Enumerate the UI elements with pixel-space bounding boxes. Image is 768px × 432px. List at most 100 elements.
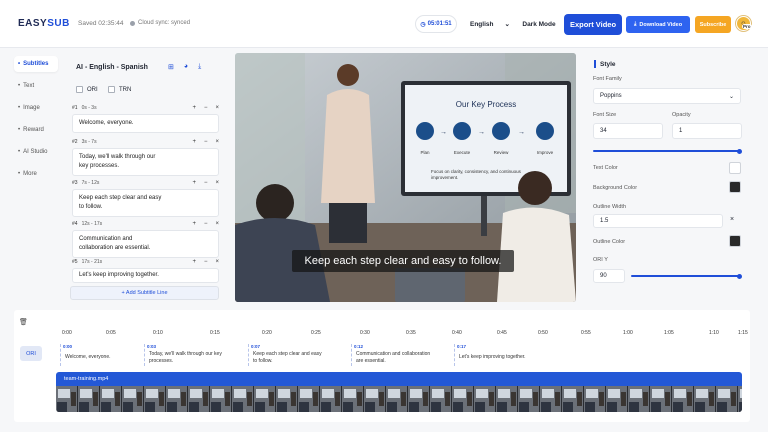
add-icon[interactable]: + (192, 139, 196, 145)
trn-checkbox[interactable]: TRN (108, 86, 131, 93)
left-nav: • Subtitles • Text • Image • Reward • AI Stud… (14, 56, 58, 188)
language-select[interactable]: English ⌄ (466, 15, 514, 33)
style-panel-title: Style (594, 60, 616, 68)
opacity-input[interactable]: 1 (672, 123, 742, 139)
usage-timer[interactable]: ◷ 05:01:51 (415, 15, 457, 33)
timeline-subtitle-block[interactable]: 0:17 Let's keep improving together. (454, 344, 564, 366)
nav-item-image[interactable]: • Image (14, 100, 58, 116)
ori-y-slider[interactable] (631, 275, 741, 277)
opacity-slider[interactable] (593, 150, 741, 152)
font-family-select[interactable]: Poppins ⌄ (593, 88, 741, 104)
subtitle-text-field[interactable]: Today, we'll walk through our key proces… (72, 148, 219, 176)
checkbox-icon (76, 86, 83, 93)
close-icon[interactable]: × (215, 259, 219, 265)
timeline: 🗑 0:00 0:05 0:10 0:15 0:20 0:25 0:30 0:3… (14, 310, 750, 422)
export-video-button[interactable]: Export Video (564, 14, 622, 35)
add-icon[interactable]: + (192, 180, 196, 186)
video-track[interactable]: team-training.mp4 (56, 372, 742, 412)
close-icon[interactable]: × (215, 180, 219, 186)
screen-step: Plan (420, 150, 430, 155)
ori-y-input[interactable]: 90 (593, 269, 625, 283)
screen-title: Our Key Process (456, 100, 516, 109)
timeline-subtitle-block[interactable]: 0:07 Keep each step clear and easy to fol… (248, 344, 348, 366)
nav-item-text[interactable]: • Text (14, 78, 58, 94)
bullet-icon: • (18, 105, 21, 111)
add-icon[interactable]: + (192, 221, 196, 227)
palette-icon[interactable]: ◕ (184, 63, 188, 71)
add-subtitle-line-button[interactable]: + Add Subtitle Line (70, 286, 219, 300)
time-tick: 1:05 (664, 330, 674, 336)
time-tick: 0:45 (497, 330, 507, 336)
minus-icon[interactable]: − (204, 221, 208, 227)
bullet-icon: • (18, 83, 21, 89)
subtitle-entry: #1 0s - 3s + − × Welcome, everyone. (72, 105, 219, 133)
subtitle-text-field[interactable]: Welcome, everyone. (72, 114, 219, 133)
svg-text:→: → (518, 129, 525, 136)
add-icon[interactable]: + (192, 105, 196, 111)
close-icon[interactable]: × (730, 216, 734, 223)
subtitle-panel-title: AI - English - Spanish (76, 64, 148, 71)
add-icon[interactable]: + (192, 259, 196, 265)
video-preview[interactable]: Our Key Process → → → Plan Execute Revie… (235, 53, 576, 302)
subtitle-text-field[interactable]: Keep each step clear and easy to follow. (72, 189, 219, 217)
pro-badge: Pro (742, 24, 752, 29)
ori-track-label[interactable]: ORI (20, 346, 42, 361)
dark-mode-button[interactable]: Dark Mode (518, 15, 560, 33)
thumbnail-strip (56, 386, 742, 412)
nav-item-more[interactable]: • More (14, 166, 58, 182)
timeline-subtitle-block[interactable]: 0:03 Today, we'll walk through our key pr… (144, 344, 244, 366)
time-tick: 0:10 (153, 330, 163, 336)
minus-icon[interactable]: − (204, 180, 208, 186)
close-icon[interactable]: × (215, 139, 219, 145)
ori-y-label: ORI Y (593, 257, 608, 263)
download-icon: ⤓ (633, 21, 637, 27)
nav-item-subtitles[interactable]: • Subtitles (14, 56, 58, 72)
close-icon[interactable]: × (215, 221, 219, 227)
timeline-subtitle-block[interactable]: 0:12 Communication and collaboration are … (351, 344, 451, 366)
bg-color-label: Background Color (593, 185, 638, 191)
app-window: EASYSUB Saved 02:35:44 Cloud sync: synce… (0, 0, 768, 432)
saved-status: Saved 02:35:44 (78, 20, 124, 27)
minus-icon[interactable]: − (204, 259, 208, 265)
subtitle-text-field[interactable]: Communication and collaboration are esse… (72, 230, 219, 258)
subtitle-overlay[interactable]: Keep each step clear and easy to follow. (292, 250, 514, 272)
text-color-swatch[interactable] (729, 162, 741, 174)
nav-item-reward[interactable]: • Reward (14, 122, 58, 138)
timeline-subtitle-block[interactable]: 0:00 Welcome, everyone. (60, 344, 144, 366)
ori-checkbox[interactable]: ORI (76, 86, 98, 93)
subtitle-text-field[interactable]: Let's keep improving together. (72, 268, 219, 283)
font-size-input[interactable]: 34 (593, 123, 663, 139)
subscribe-button[interactable]: Subscribe (695, 16, 731, 33)
time-tick: 0:25 (311, 330, 321, 336)
download-icon[interactable]: ⤓ (198, 63, 201, 71)
screen-step: Execute (454, 150, 471, 155)
logo[interactable]: EASYSUB (18, 18, 70, 29)
time-tick: 0:50 (538, 330, 548, 336)
font-size-label: Font Size (593, 112, 617, 118)
subtitle-panel: AI - English - Spanish ⊞ ◕ ⤓ ORI TRN #1 0… (66, 56, 224, 304)
svg-text:→: → (440, 129, 447, 136)
nav-item-ai-studio[interactable]: • AI Studio (14, 144, 58, 160)
checkbox-icon (108, 86, 115, 93)
outline-color-swatch[interactable] (729, 235, 741, 247)
sync-status: Cloud sync: synced (130, 20, 190, 26)
close-icon[interactable]: × (215, 105, 219, 111)
time-tick: 0:05 (106, 330, 116, 336)
time-tick: 1:10 (709, 330, 719, 336)
svg-text:→: → (478, 129, 485, 136)
minus-icon[interactable]: − (204, 105, 208, 111)
subtitle-entry: #2 3s - 7s + − × Today, we'll walk through … (72, 139, 219, 176)
download-video-button[interactable]: ⤓ Download Video (626, 16, 690, 33)
time-tick: 0:15 (210, 330, 220, 336)
bg-color-swatch[interactable] (729, 181, 741, 193)
time-tick: 0:35 (406, 330, 416, 336)
outline-width-input[interactable]: 1.5 (593, 214, 723, 228)
minus-icon[interactable]: − (204, 139, 208, 145)
bullet-icon: • (18, 171, 21, 177)
opacity-slider-handle[interactable] (737, 148, 742, 154)
chevron-down-icon: ⌄ (504, 21, 510, 28)
ori-y-slider-handle[interactable] (737, 273, 742, 279)
trash-icon[interactable]: 🗑 (19, 318, 28, 326)
screen-step: Review (494, 150, 510, 155)
grid-icon[interactable]: ⊞ (168, 63, 174, 71)
